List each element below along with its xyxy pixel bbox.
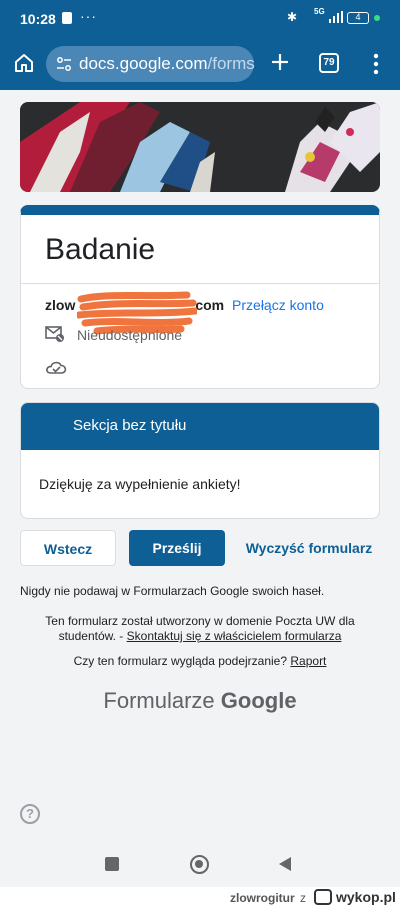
network-type: 5G bbox=[314, 7, 325, 16]
logo-prefix: Formularze bbox=[103, 688, 215, 713]
section-card: Sekcja bez tytułu Dziękuję za wypełnieni… bbox=[20, 402, 380, 519]
form-title: Badanie bbox=[45, 233, 156, 266]
signal-icon bbox=[329, 11, 343, 23]
site-settings-icon[interactable] bbox=[56, 56, 72, 72]
privacy-dot-icon bbox=[374, 15, 380, 21]
form-origin-note: Ten formularz został utworzony w domenie… bbox=[40, 614, 360, 644]
form-title-card: Badanie zlow com Przełącz konto Nieudostę… bbox=[20, 205, 380, 389]
back-button[interactable]: Wstecz bbox=[20, 530, 116, 566]
account-email: zlow bbox=[45, 297, 76, 313]
system-nav-bar bbox=[0, 832, 400, 887]
wykop-logo-icon bbox=[314, 889, 332, 905]
tab-switcher-button[interactable]: 79 bbox=[319, 53, 339, 73]
contact-owner-link[interactable]: Skontaktuj się z właścicielem formularza bbox=[127, 629, 342, 643]
account-email-end: com bbox=[195, 297, 225, 313]
new-tab-icon[interactable] bbox=[268, 50, 292, 74]
address-bar[interactable]: docs.google.com/forms bbox=[46, 46, 255, 82]
report-link[interactable]: Raport bbox=[290, 654, 326, 668]
clear-form-button[interactable]: Wyczyść formularz bbox=[238, 530, 380, 566]
watermark-user: zlowrogitur bbox=[230, 891, 295, 905]
google-forms-logo[interactable]: Formularze Google bbox=[20, 688, 380, 714]
notification-icon bbox=[62, 12, 72, 24]
submit-button[interactable]: Prześlij bbox=[129, 530, 225, 566]
watermark-brand: wykop.pl bbox=[336, 889, 396, 905]
help-icon[interactable]: ? bbox=[20, 804, 40, 824]
section-message: Dziękuję za wypełnienie ankiety! bbox=[39, 476, 241, 492]
password-warning: Nigdy nie podawaj w Formularzach Google … bbox=[20, 584, 325, 598]
battery-icon: 4 bbox=[347, 12, 369, 24]
cloud-saved-icon bbox=[46, 361, 67, 374]
url-text: docs.google.com/forms bbox=[79, 54, 255, 74]
status-time: 10:28 bbox=[20, 11, 56, 27]
url-path: /forms bbox=[207, 54, 255, 73]
section-header: Sekcja bez tytułu bbox=[21, 403, 379, 450]
switch-account-link[interactable]: Przełącz konto bbox=[232, 297, 324, 313]
suspicious-text: Czy ten formularz wygląda podejrzanie? bbox=[73, 654, 288, 668]
suspicious-note: Czy ten formularz wygląda podejrzanie? R… bbox=[20, 654, 380, 668]
browser-toolbar: docs.google.com/forms 79 bbox=[0, 40, 400, 90]
home-icon[interactable] bbox=[12, 51, 36, 75]
back-nav-icon[interactable] bbox=[279, 857, 291, 871]
home-nav-icon[interactable] bbox=[190, 855, 209, 874]
email-not-shared-text: Nieudostępnione bbox=[77, 327, 183, 343]
url-host: docs.google.com bbox=[79, 54, 208, 73]
recent-apps-icon[interactable] bbox=[105, 857, 119, 871]
header-image bbox=[20, 102, 380, 192]
more-menu-icon[interactable] bbox=[369, 52, 383, 76]
title-divider bbox=[21, 283, 379, 284]
bluetooth-icon: ✱ bbox=[287, 10, 298, 24]
status-bar: 10:28 ··· ✱ 5G 4 bbox=[0, 0, 400, 40]
more-notifications-icon: ··· bbox=[80, 8, 97, 24]
form-page: Badanie zlow com Przełącz konto Nieudostę… bbox=[0, 90, 400, 887]
logo-brand: Google bbox=[220, 688, 297, 713]
watermark-z: z bbox=[300, 891, 306, 905]
mail-not-shared-icon bbox=[45, 326, 64, 342]
watermark-footer: zlowrogitur z wykop.pl bbox=[0, 887, 400, 909]
section-title: Sekcja bez tytułu bbox=[73, 417, 187, 434]
